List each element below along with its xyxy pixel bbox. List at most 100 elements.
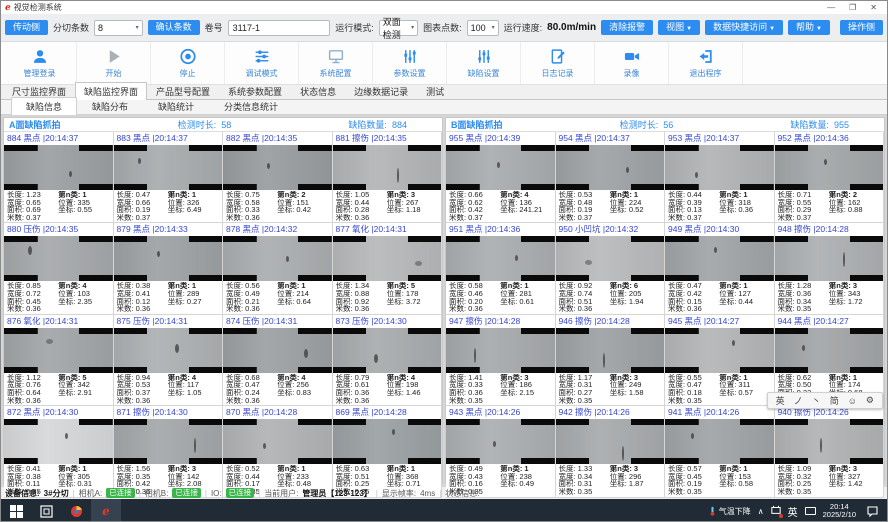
maximize-icon[interactable]: ❐ [849, 1, 856, 14]
defect-cell[interactable]: 872 黑点 |20:14:30 长度: 0.41宽度: 0.38面积: 0.1… [4, 406, 114, 497]
start-button[interactable]: 开始 [77, 42, 151, 84]
defect-settings-button[interactable]: 缺陷设置 [447, 42, 521, 84]
inspection-app-taskbar-icon[interactable]: ℯ [91, 499, 121, 522]
defect-cell[interactable]: 869 黑点 |20:14:28 长度: 0.63宽度: 0.51面积: 0.2… [333, 406, 443, 497]
strips-count-select[interactable]: 8▾ [94, 20, 143, 36]
defect-cell[interactable]: 954 黑点 |20:14:37 长度: 0.53宽度: 0.48面积: 0.1… [556, 132, 666, 223]
io-status-badge: 已连接 [226, 488, 255, 498]
close-icon[interactable]: ✕ [870, 1, 877, 14]
admin-login-button[interactable]: 管理登录 [3, 42, 77, 84]
subtab-4[interactable]: 分类信息统计 [209, 97, 293, 114]
defect-cell[interactable]: 874 压伤 |20:14:31 长度: 0.68宽度: 0.47面积: 0.2… [223, 315, 333, 406]
defect-cell-info: 长度: 0.58宽度: 0.46面积: 0.20米数: 0.36 第n类: 1位… [446, 281, 555, 313]
chart-points-select[interactable]: 100▾ [467, 20, 499, 36]
defect-cell[interactable]: 877 氧化 |20:14:31 长度: 1.34宽度: 0.88面积: 0.9… [333, 223, 443, 314]
taskbar: ℯ 气温下降 ∧ 英 20:14 2025/2/10 [1, 499, 887, 522]
ime-simplified-toggle[interactable]: 简 [830, 394, 839, 407]
touch-keyboard-icon[interactable] [805, 507, 816, 515]
defect-cell[interactable]: 870 黑点 |20:14:28 长度: 0.52宽度: 0.44面积: 0.1… [223, 406, 333, 497]
minimize-icon[interactable]: — [827, 1, 835, 14]
tray-expand-icon[interactable]: ∧ [758, 507, 764, 516]
exit-button[interactable]: 退出程序 [669, 42, 743, 84]
defect-cell[interactable]: 876 氧化 |20:14:31 长度: 1.12宽度: 0.76面积: 0.6… [4, 315, 114, 406]
drive-side-button[interactable]: 传动侧 [5, 20, 48, 35]
defect-cell[interactable]: 951 黑点 |20:14:36 长度: 0.58宽度: 0.46面积: 0.2… [446, 223, 556, 314]
defect-cell[interactable]: 878 黑点 |20:14:32 长度: 0.56宽度: 0.49面积: 0.2… [223, 223, 333, 314]
ime-language-indicator[interactable]: 英 [788, 504, 798, 519]
film-edge-blocks [4, 419, 113, 464]
defect-cell-header: 952 黑点 |20:14:36 [775, 132, 884, 145]
chevron-down-icon: ▾ [130, 24, 139, 31]
confirm-strips-button[interactable]: 确认条数 [148, 20, 200, 35]
tab-2[interactable]: 缺陷监控界面 [75, 82, 147, 100]
ime-emoji-icon[interactable]: ☺ [848, 396, 857, 406]
subtab-3[interactable]: 缺陷统计 [143, 97, 209, 114]
defect-cell[interactable]: 950 小凹坑 |20:14:32 长度: 0.92宽度: 0.74面积: 0.… [556, 223, 666, 314]
roll-number-input[interactable]: 3117-1 [228, 20, 331, 36]
defect-cell[interactable]: 955 黑点 |20:14:39 长度: 0.66宽度: 0.62面积: 0.4… [446, 132, 556, 223]
defect-cell-header: 951 黑点 |20:14:36 [446, 223, 555, 236]
help-menu-button[interactable]: 帮助▼ [788, 20, 830, 35]
record-button[interactable]: 录像 [595, 42, 669, 84]
tab-6[interactable]: 边缘数据记录 [345, 82, 417, 99]
defect-cell[interactable]: 948 擦伤 |20:14:28 长度: 1.28宽度: 0.36面积: 0.3… [775, 223, 885, 314]
tab-5[interactable]: 状态信息 [291, 82, 345, 99]
defect-cell[interactable]: 881 擦伤 |20:14:35 长度: 1.05宽度: 0.44面积: 0.2… [333, 132, 443, 223]
defect-cell[interactable]: 873 压伤 |20:14:30 长度: 0.79宽度: 0.61面积: 0.3… [333, 315, 443, 406]
system-config-button[interactable]: 系统配置 [299, 42, 373, 84]
debug-mode-button[interactable]: 调试模式 [225, 42, 299, 84]
log-record-button[interactable]: 日志记录 [521, 42, 595, 84]
defect-cell[interactable]: 942 擦伤 |20:14:26 长度: 1.33宽度: 0.34面积: 0.3… [556, 406, 666, 497]
ime-tray-icon[interactable] [771, 505, 781, 517]
tab-7[interactable]: 测试 [417, 82, 453, 99]
titlebar: ℯ 视觉检测系统 — ❐ ✕ [1, 1, 887, 14]
defect-cell-info: 长度: 0.85宽度: 0.72面积: 0.45米数: 0.36 第n类: 4位… [4, 281, 113, 313]
defect-cell[interactable]: 871 擦伤 |20:14:30 长度: 1.56宽度: 0.35面积: 0.4… [114, 406, 224, 497]
clear-alarm-button[interactable]: 清除报警 [601, 20, 653, 35]
defect-cell[interactable]: 882 黑点 |20:14:35 长度: 0.75宽度: 0.58面积: 0.3… [223, 132, 333, 223]
defect-cell[interactable]: 949 黑点 |20:14:30 长度: 0.47宽度: 0.42面积: 0.1… [665, 223, 775, 314]
run-mode-select[interactable]: 双面检测▾ [379, 20, 418, 36]
exit-icon [696, 48, 716, 66]
defect-cell[interactable]: 875 压伤 |20:14:31 长度: 0.94宽度: 0.53面积: 0.3… [114, 315, 224, 406]
quick-access-menu-button[interactable]: 数据快捷访问▼ [705, 20, 783, 35]
defect-cell[interactable]: 941 黑点 |20:14:26 长度: 0.57宽度: 0.45面积: 0.1… [665, 406, 775, 497]
defect-cell[interactable]: 880 压伤 |20:14:35 长度: 0.85宽度: 0.72面积: 0.4… [4, 223, 114, 314]
defect-cell[interactable]: 952 黑点 |20:14:36 长度: 0.71宽度: 0.55面积: 0.2… [775, 132, 885, 223]
ime-toolbar[interactable]: 英ノ丶简 ☺ ⚙ [767, 392, 883, 409]
subtab-1[interactable]: 缺陷信息 [11, 97, 77, 115]
defect-cell[interactable]: 940 擦伤 |20:14:26 长度: 1.09宽度: 0.32面积: 0.2… [775, 406, 885, 497]
defect-thumbnail-image [114, 145, 223, 190]
defect-cell-header: 955 黑点 |20:14:39 [446, 132, 555, 145]
weather-tray-item[interactable]: 气温下降 [709, 505, 751, 517]
defect-cell-header: 942 擦伤 |20:14:26 [556, 406, 665, 419]
defect-cell[interactable]: 953 黑点 |20:14:37 长度: 0.44宽度: 0.39面积: 0.1… [665, 132, 775, 223]
defect-cell[interactable]: 879 黑点 |20:14:33 长度: 0.38宽度: 0.41面积: 0.1… [114, 223, 224, 314]
defect-cell[interactable]: 883 黑点 |20:14:37 长度: 0.47宽度: 0.66面积: 0.1… [114, 132, 224, 223]
defect-cell[interactable]: 946 擦伤 |20:14:28 长度: 1.17宽度: 0.31面积: 0.2… [556, 315, 666, 406]
action-center-icon[interactable] [863, 505, 881, 518]
stop-icon [178, 48, 198, 66]
start-button[interactable] [1, 499, 31, 522]
defect-cell[interactable]: 884 黑点 |20:14:37 长度: 1.23宽度: 0.65面积: 0.6… [4, 132, 114, 223]
defect-cell[interactable]: 945 黑点 |20:14:27 长度: 0.55宽度: 0.47面积: 0.1… [665, 315, 775, 406]
task-view-button[interactable] [31, 499, 61, 522]
view-menu-button[interactable]: 视图▼ [658, 20, 700, 35]
stop-button[interactable]: 停止 [151, 42, 225, 84]
browser-app-icon[interactable] [61, 499, 91, 522]
clock[interactable]: 20:14 2025/2/10 [823, 503, 856, 520]
ime-punct-icon[interactable]: 丶 [812, 394, 821, 407]
param-settings-button[interactable]: 参数设置 [373, 42, 447, 84]
defect-cell-info: 长度: 0.47宽度: 0.42面积: 0.15米数: 0.36 第n类: 1位… [665, 281, 774, 313]
film-edge-blocks [114, 236, 223, 281]
sub-tabs: 缺陷信息缺陷分布缺陷统计分类信息统计 [1, 100, 887, 115]
defect-cell[interactable]: 947 擦伤 |20:14:28 长度: 1.41宽度: 0.33面积: 0.3… [446, 315, 556, 406]
camera-b-status-badge: 已连接 [172, 488, 201, 498]
ime-settings-gear-icon[interactable]: ⚙ [866, 395, 874, 406]
defect-mark [802, 345, 805, 351]
operator-side-button[interactable]: 操作侧 [840, 20, 883, 35]
ime-mode-icon[interactable]: ノ [794, 394, 803, 407]
defect-cell-info: 长度: 0.66宽度: 0.62面积: 0.42米数: 0.37 第n类: 4位… [446, 190, 555, 222]
defect-cell[interactable]: 943 黑点 |20:14:26 长度: 0.49宽度: 0.43面积: 0.1… [446, 406, 556, 497]
ime-lang-toggle[interactable]: 英 [776, 394, 785, 407]
